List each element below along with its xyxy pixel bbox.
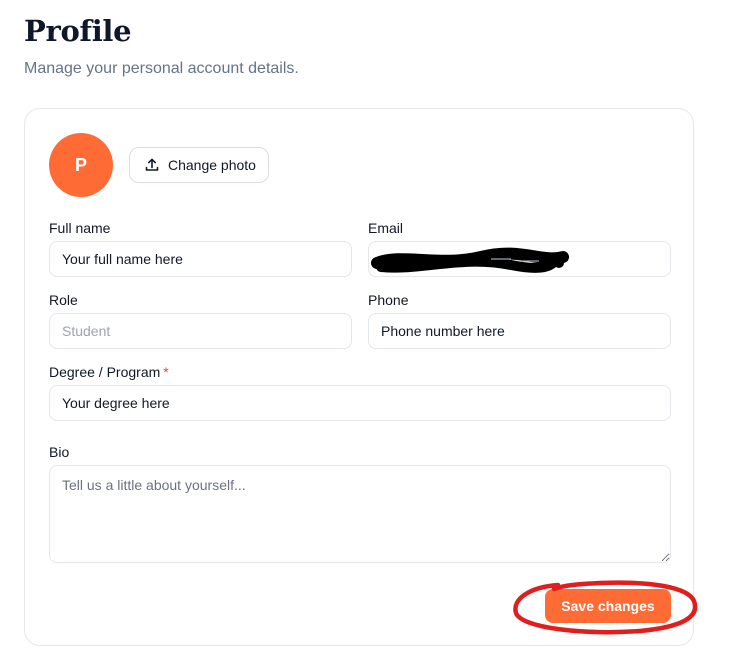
email-label: Email: [368, 220, 404, 236]
role-label: Role: [49, 292, 78, 308]
save-changes-button[interactable]: Save changes: [545, 589, 671, 623]
bio-textarea[interactable]: [49, 465, 671, 563]
full-name-input[interactable]: [49, 241, 352, 277]
degree-input[interactable]: [49, 385, 671, 421]
degree-label-text: Degree / Program: [49, 364, 161, 380]
page-subtitle: Manage your personal account details.: [24, 60, 299, 77]
bio-label: Bio: [49, 444, 70, 460]
role-input[interactable]: [49, 313, 352, 349]
avatar: P: [49, 133, 113, 197]
degree-label: Degree / Program *: [49, 364, 169, 380]
profile-card: P Change photo Full name Email Role Phon…: [24, 108, 698, 646]
phone-label: Phone: [368, 292, 409, 308]
upload-icon: [144, 157, 160, 173]
page-title: Profile: [24, 14, 132, 48]
required-marker: *: [163, 364, 169, 380]
change-photo-label: Change photo: [168, 157, 256, 173]
email-input[interactable]: [368, 241, 671, 277]
full-name-label: Full name: [49, 220, 111, 236]
phone-input[interactable]: [368, 313, 671, 349]
change-photo-button[interactable]: Change photo: [129, 147, 269, 183]
